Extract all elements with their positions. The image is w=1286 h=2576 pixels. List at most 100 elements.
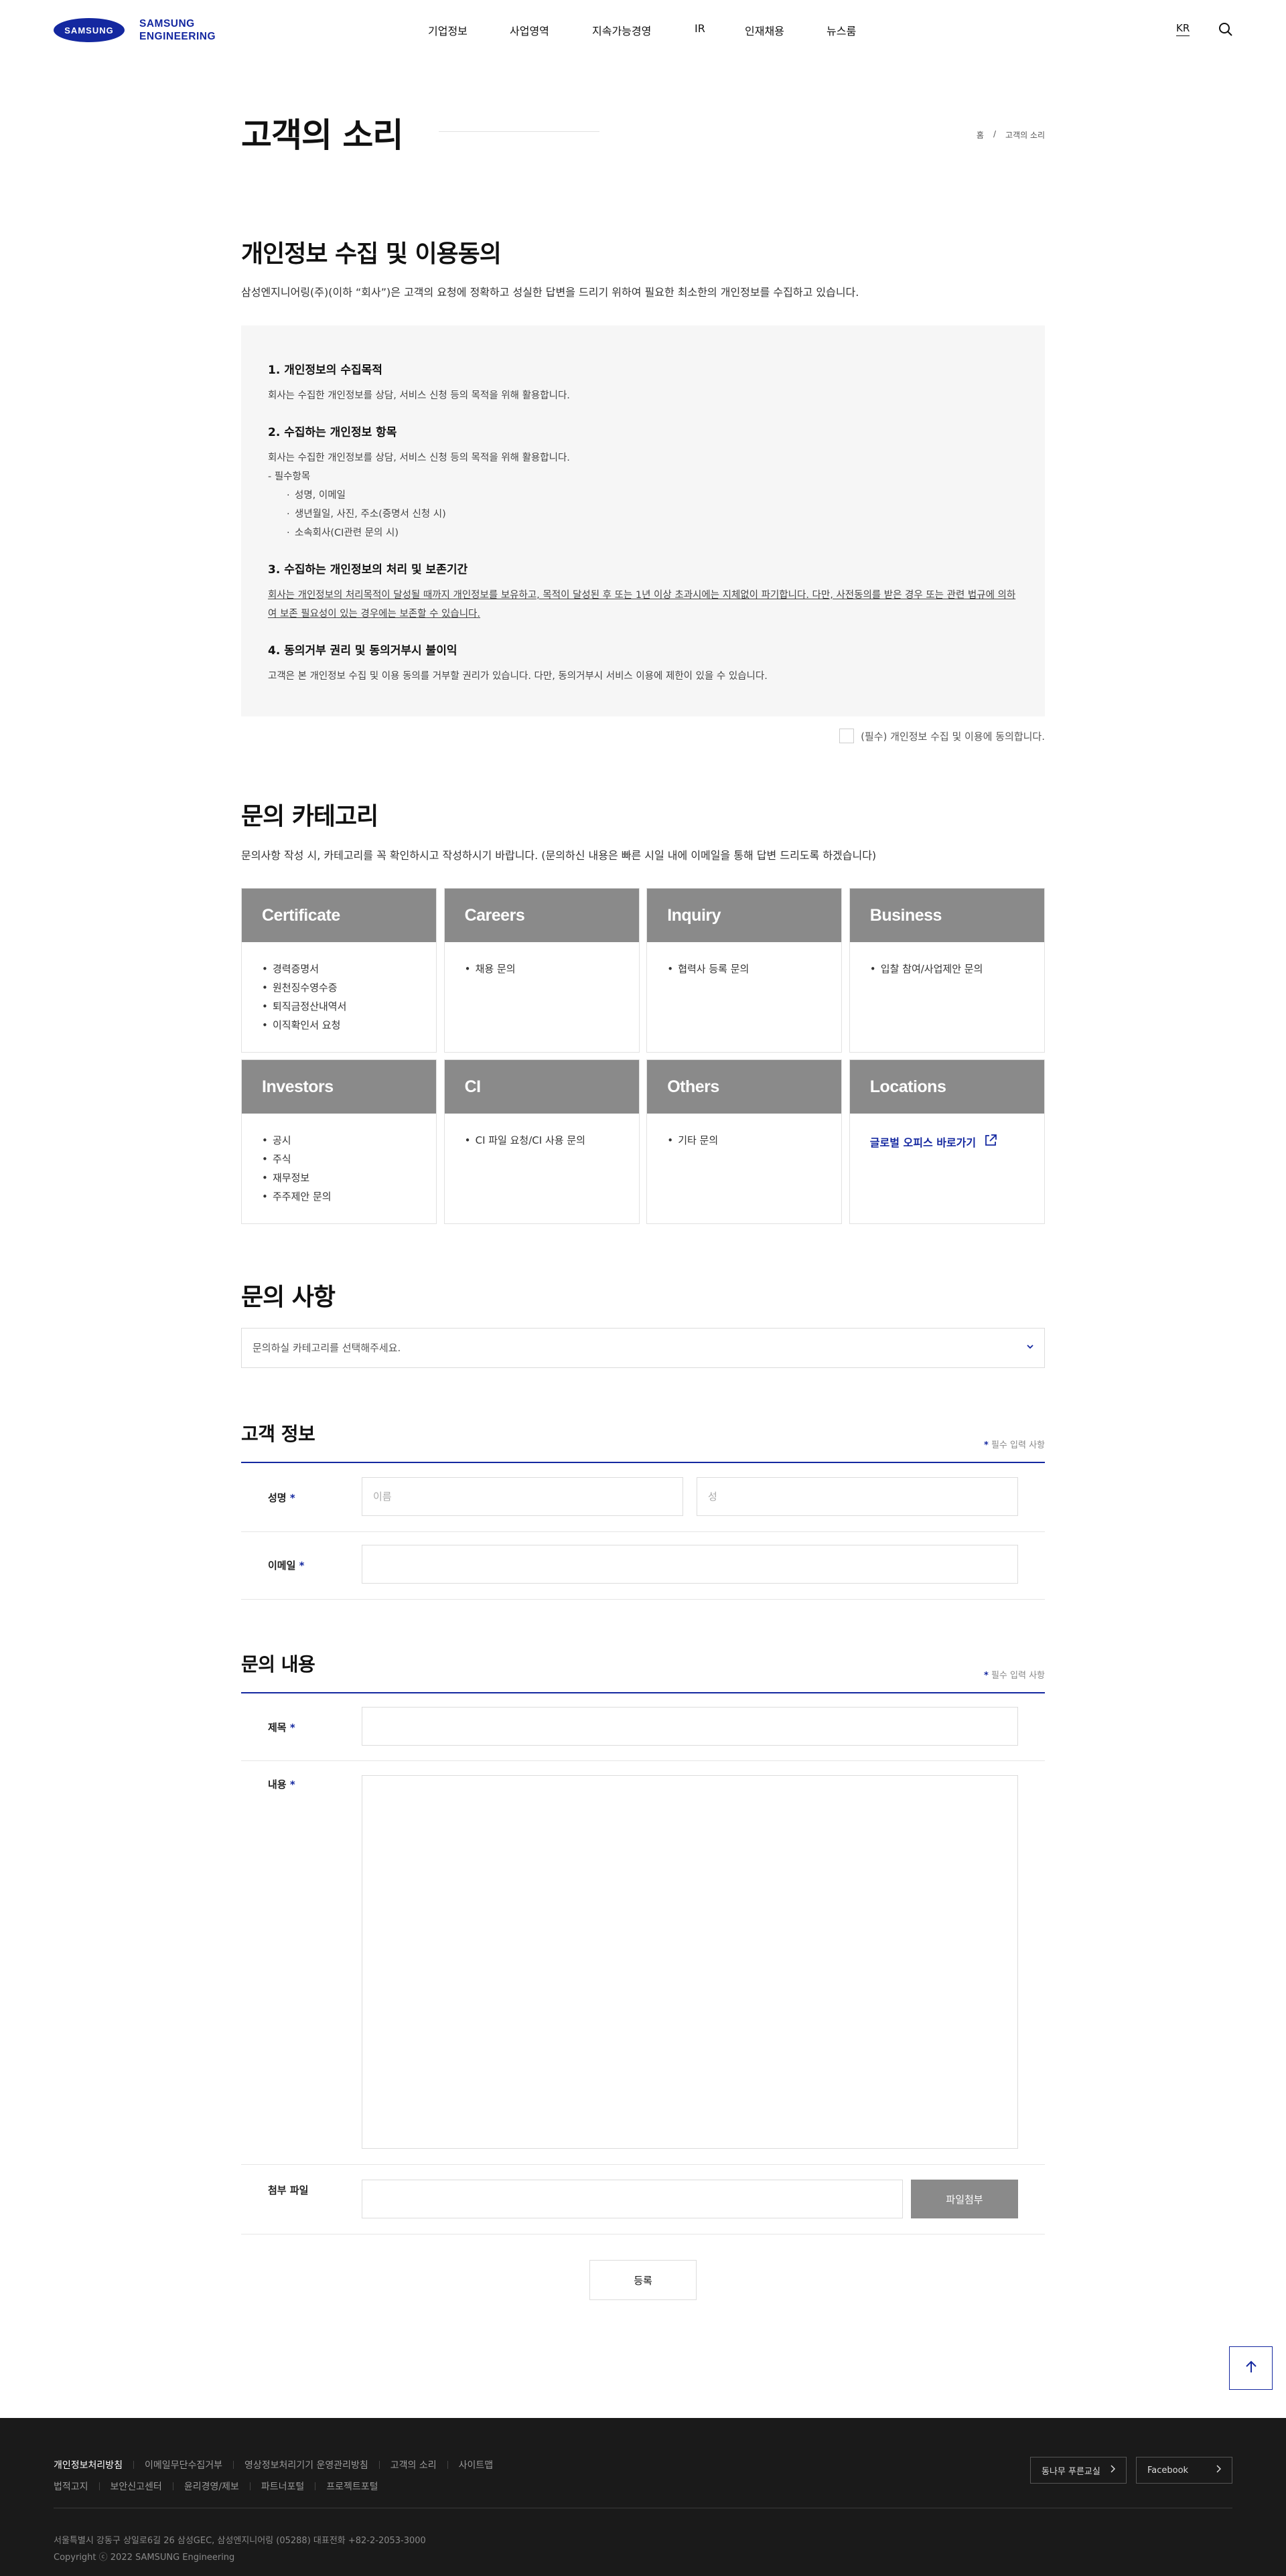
category-card-careers: Careers 채용 문의 <box>443 888 640 1053</box>
email-input[interactable] <box>362 1545 1018 1584</box>
content-textarea[interactable] <box>362 1775 1018 2149</box>
footer-link-security-report[interactable]: 보안신고센터 <box>111 2480 162 2493</box>
privacy-terms-box: 1. 개인정보의 수집목적 회사는 수집한 개인정보를 상담, 서비스 신청 등… <box>241 325 1045 716</box>
arrow-up-icon <box>1243 2359 1259 2378</box>
nav-item-ir[interactable]: IR <box>695 22 705 35</box>
list-item: 성명, 이메일 <box>287 486 1018 505</box>
category-grid: Certificate 경력증명서 원천징수영수증 퇴직금정산내역서 이직확인서… <box>241 888 1045 1224</box>
footer-copyright: Copyright ⓒ 2022 SAMSUNG Engineering <box>54 2553 235 2563</box>
breadcrumb-current: 고객의 소리 <box>1005 131 1045 140</box>
language-selector[interactable]: KR <box>1176 22 1190 36</box>
section-divider <box>241 1692 1045 1693</box>
footer-link-partner-portal[interactable]: 파트너포털 <box>261 2480 304 2493</box>
customer-info-title: 고객 정보 <box>241 1423 315 1445</box>
list-item: 채용 문의 <box>465 960 619 978</box>
footer-link-project-portal[interactable]: 프로젝트포털 <box>326 2480 378 2493</box>
list-item: CI 파일 요청/CI 사용 문의 <box>465 1131 619 1150</box>
required-note: * 필수 입력 사항 <box>984 1440 1045 1450</box>
list-item: 소속회사(CI관련 문의 시) <box>287 524 1018 542</box>
submit-button[interactable]: 등록 <box>589 2260 697 2300</box>
privacy-required-items: 성명, 이메일 생년월일, 사진, 주소(증명서 신청 시) 소속회사(CI관련… <box>268 486 1018 542</box>
list-item: 경력증명서 <box>262 960 416 978</box>
subject-input[interactable] <box>362 1707 1018 1746</box>
list-item: 주주제안 문의 <box>262 1187 416 1206</box>
privacy-agree-label: (필수) 개인정보 수집 및 이용에 동의합니다. <box>861 730 1045 743</box>
footer-link-ethics[interactable]: 윤리경영/제보 <box>184 2480 239 2493</box>
required-note: * 필수 입력 사항 <box>984 1671 1045 1681</box>
list-item: 공시 <box>262 1131 416 1150</box>
category-card-investors: Investors 공시 주식 재무정보 주주제안 문의 <box>241 1059 437 1224</box>
row-divider <box>241 2164 1045 2165</box>
row-divider <box>241 1531 1045 1532</box>
footer-link-email-refusal[interactable]: 이메일무단수집거부 <box>145 2458 222 2472</box>
footer-links-secondary: 법적고지 보안신고센터 윤리경영/제보 파트너포털 프로젝트포털 <box>54 2480 378 2493</box>
footer-link-privacy[interactable]: 개인정보처리방침 <box>54 2458 123 2472</box>
privacy-description: 삼성엔지니어링(주)(이하 “회사”)은 고객의 요청에 정확하고 성실한 답변… <box>241 286 859 299</box>
category-card-certificate: Certificate 경력증명서 원천징수영수증 퇴직금정산내역서 이직확인서… <box>241 888 437 1053</box>
title-divider <box>439 131 599 132</box>
category-select-value: 문의하실 카테고리를 선택해주세요. <box>253 1342 401 1354</box>
first-name-input[interactable] <box>362 1477 683 1516</box>
footer-link-legal[interactable]: 법적고지 <box>54 2480 88 2493</box>
page-title: 고객의 소리 <box>241 116 403 155</box>
privacy-agree-checkbox[interactable]: (필수) 개인정보 수집 및 이용에 동의합니다. <box>839 729 1045 743</box>
privacy-section-1: 1. 개인정보의 수집목적 회사는 수집한 개인정보를 상담, 서비스 신청 등… <box>268 364 570 401</box>
footer-buttons: 동나무 푸른교실 Facebook <box>1030 2457 1232 2484</box>
list-item: 퇴직금정산내역서 <box>262 997 416 1016</box>
breadcrumb: 홈 / 고객의 소리 <box>977 129 1045 141</box>
breadcrumb-home[interactable]: 홈 <box>977 129 984 141</box>
list-item: 이직확인서 요청 <box>262 1016 416 1035</box>
privacy-section-2: 2. 수집하는 개인정보 항목 회사는 수집한 개인정보를 상담, 서비스 신청… <box>268 423 1018 542</box>
last-name-input[interactable] <box>697 1477 1018 1516</box>
footer-link-voc[interactable]: 고객의 소리 <box>390 2458 437 2472</box>
chevron-right-icon <box>1110 2465 1116 2476</box>
attach-file-button[interactable]: 파일첨부 <box>911 2180 1018 2218</box>
external-link-icon <box>984 1134 997 1150</box>
site-header: SAMSUNG SAMSUNG ENGINEERING 기업정보 사업영역 지속… <box>0 0 1286 59</box>
category-card-others: Others 기타 문의 <box>646 1059 843 1224</box>
category-card-locations: Locations 글로벌 오피스 바로가기 <box>849 1059 1045 1224</box>
email-label: 이메일 * <box>268 1560 305 1572</box>
footer-link-sitemap[interactable]: 사이트맵 <box>459 2458 494 2472</box>
nav-item-careers[interactable]: 인재채용 <box>745 22 784 38</box>
scroll-top-button[interactable] <box>1229 2346 1273 2390</box>
category-description: 문의사항 작성 시, 카테고리를 꼭 확인하시고 작성하시기 바랍니다. (문의… <box>241 849 877 862</box>
main-nav: 기업정보 사업영역 지속가능경영 IR 인재채용 뉴스룸 <box>0 22 1286 38</box>
list-item: 입찰 참여/사업제안 문의 <box>870 960 1024 978</box>
nav-item-newsroom[interactable]: 뉴스룸 <box>827 22 856 38</box>
nav-item-sustainability[interactable]: 지속가능경영 <box>592 22 651 38</box>
attachment-input[interactable] <box>362 2180 903 2218</box>
privacy-section-3: 3. 수집하는 개인정보의 처리 및 보존기간 회사는 개인정보의 처리목적이 … <box>268 563 1016 619</box>
row-divider <box>241 1599 1045 1600</box>
category-card-ci: CI CI 파일 요청/CI 사용 문의 <box>443 1059 640 1224</box>
inquiry-title: 문의 사항 <box>241 1284 336 1311</box>
category-select[interactable]: 문의하실 카테고리를 선택해주세요. <box>241 1328 1045 1368</box>
content-label: 내용 * <box>268 1778 295 1791</box>
nav-item-business[interactable]: 사업영역 <box>510 22 549 38</box>
privacy-section-4: 4. 동의거부 권리 및 동의거부시 불이익 고객은 본 개인정보 수집 및 이… <box>268 644 768 682</box>
inquiry-content-title: 문의 내용 <box>241 1653 315 1675</box>
row-divider <box>241 1760 1045 1761</box>
attachment-label: 첨부 파일 <box>268 2184 309 2196</box>
name-label: 성명 * <box>268 1492 295 1504</box>
nav-item-company[interactable]: 기업정보 <box>428 22 468 38</box>
global-office-link[interactable]: 글로벌 오피스 바로가기 <box>850 1114 1017 1170</box>
footer-address: 서울특별시 강동구 상일로6길 26 삼성GEC, 삼성엔지니어링 (05288… <box>54 2536 426 2546</box>
category-title: 문의 카테고리 <box>241 803 378 830</box>
chevron-down-icon <box>1025 1342 1035 1354</box>
breadcrumb-separator: / <box>993 129 996 139</box>
footer-link-cctv-policy[interactable]: 영상정보처리기기 운영관리방침 <box>244 2458 368 2472</box>
list-item: 협력사 등록 문의 <box>667 960 821 978</box>
site-footer: 개인정보처리방침 이메일무단수집거부 영상정보처리기기 운영관리방침 고객의 소… <box>0 2418 1286 2576</box>
list-item: 기타 문의 <box>667 1131 821 1150</box>
list-item: 생년월일, 사진, 주소(증명서 신청 시) <box>287 505 1018 524</box>
list-item: 주식 <box>262 1150 416 1168</box>
subject-label: 제목 * <box>268 1722 295 1734</box>
section-divider <box>241 1462 1045 1463</box>
checkbox-box[interactable] <box>839 729 855 743</box>
list-item: 원천징수영수증 <box>262 978 416 997</box>
chevron-right-icon <box>1216 2465 1222 2476</box>
footer-button-facebook[interactable]: Facebook <box>1136 2457 1232 2484</box>
footer-button-classroom[interactable]: 동나무 푸른교실 <box>1030 2457 1127 2484</box>
search-icon[interactable] <box>1218 21 1234 37</box>
